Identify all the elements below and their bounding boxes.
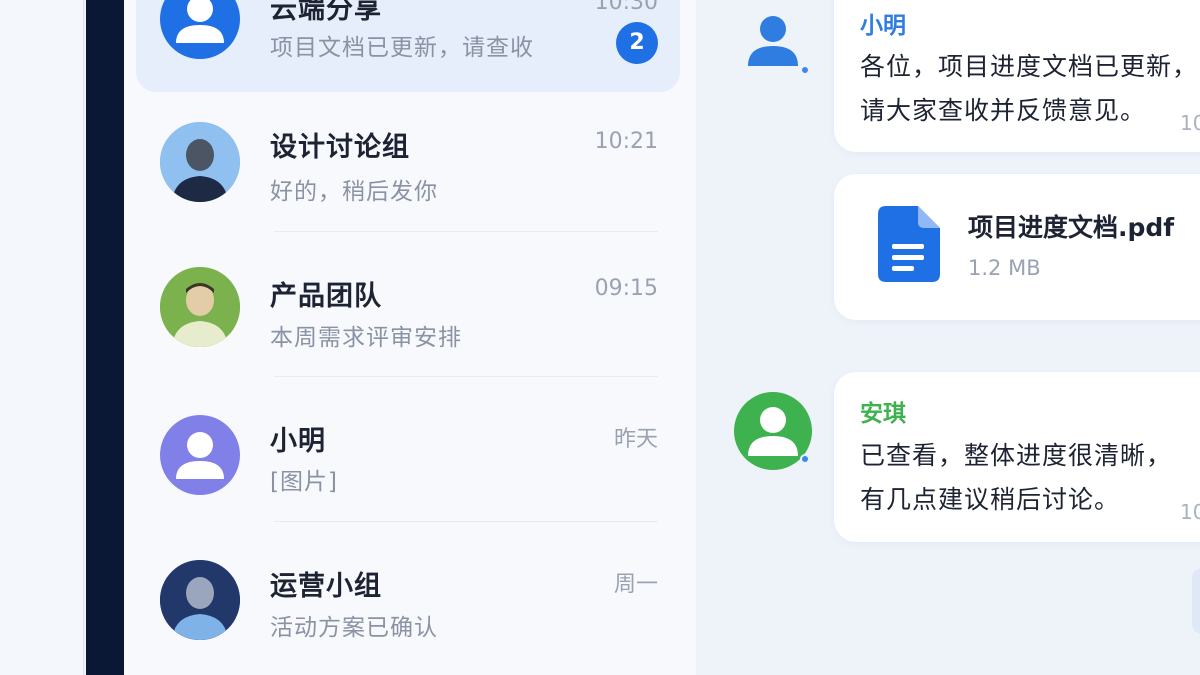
chat-panel: 小明 各位，项目进度文档已更新， 请大家查收并反馈意见。 10:28 项目进度文… — [696, 0, 1200, 675]
divider — [274, 231, 658, 232]
conversation-name: 云端分享 — [270, 0, 382, 25]
message-line: 有几点建议稍后讨论。 — [860, 485, 1121, 514]
conversation-item-ops-group[interactable]: 运营小组 活动方案已确认 周一 — [136, 527, 680, 667]
conversation-preview: 活动方案已确认 — [270, 615, 438, 641]
conversation-item-xiaoming[interactable]: 小明 [图片] 昨天 — [136, 382, 680, 522]
message-time: 10:28 — [1180, 111, 1200, 135]
file-message-bubble[interactable]: 项目进度文档.pdf 1.2 MB — [834, 174, 1200, 320]
conversation-name: 设计讨论组 — [270, 132, 410, 163]
conversation-preview: 好的，稍后发你 — [270, 179, 438, 205]
message-bubble[interactable]: 安琪 已查看，整体进度很清晰， 有几点建议稍后讨论。 10:30 — [834, 372, 1200, 542]
message-line: 各位，项目进度文档已更新， — [860, 52, 1199, 81]
conversation-time: 周一 — [613, 572, 658, 597]
conversation-time: 10:30 — [594, 0, 658, 15]
file-size: 1.2 MB — [968, 256, 1041, 280]
message-line: 请大家查收并反馈意见。 — [860, 96, 1147, 125]
conversation-name: 小明 — [270, 426, 326, 457]
conversation-time: 昨天 — [613, 427, 658, 452]
conversation-time: 10:21 — [594, 129, 658, 154]
message-time: 10:30 — [1180, 500, 1200, 524]
document-icon — [878, 206, 940, 286]
conversation-preview: 项目文档已更新，请查收 — [270, 35, 534, 61]
divider — [274, 521, 658, 522]
conversation-preview: [图片] — [270, 469, 338, 495]
person-avatar — [160, 560, 240, 640]
side-action-button[interactable] — [1192, 568, 1200, 634]
user-silhouette-icon — [160, 415, 240, 495]
conversation-name: 运营小组 — [270, 571, 382, 602]
online-status-dot — [800, 65, 810, 75]
conversation-item-cloud-share[interactable]: 云端分享 项目文档已更新，请查收 10:30 2 — [136, 0, 680, 92]
left-background-panel — [0, 0, 84, 675]
conversation-list: 云端分享 项目文档已更新，请查收 10:30 2 设计讨论组 好的，稍后发你 1… — [124, 0, 696, 675]
device-bezel — [86, 0, 124, 675]
conversation-item-design-group[interactable]: 设计讨论组 好的，稍后发你 10:21 — [136, 92, 680, 232]
person-avatar — [160, 267, 240, 347]
person-avatar — [160, 122, 240, 202]
message-bubble[interactable]: 小明 各位，项目进度文档已更新， 请大家查收并反馈意见。 10:28 — [834, 0, 1200, 152]
divider — [274, 376, 658, 377]
unread-badge: 2 — [616, 22, 658, 64]
conversation-name: 产品团队 — [270, 281, 382, 312]
conversation-item-product-team[interactable]: 产品团队 本周需求评审安排 09:15 — [136, 237, 680, 377]
user-silhouette-icon — [160, 0, 240, 59]
file-name: 项目进度文档.pdf — [968, 213, 1175, 242]
message-line: 已查看，整体进度很清晰， — [860, 441, 1173, 470]
conversation-preview: 本周需求评审安排 — [270, 325, 462, 351]
message-sender: 小明 — [860, 13, 906, 39]
message-sender: 安琪 — [860, 401, 906, 427]
online-status-dot — [800, 454, 810, 464]
conversation-time: 09:15 — [594, 276, 658, 301]
